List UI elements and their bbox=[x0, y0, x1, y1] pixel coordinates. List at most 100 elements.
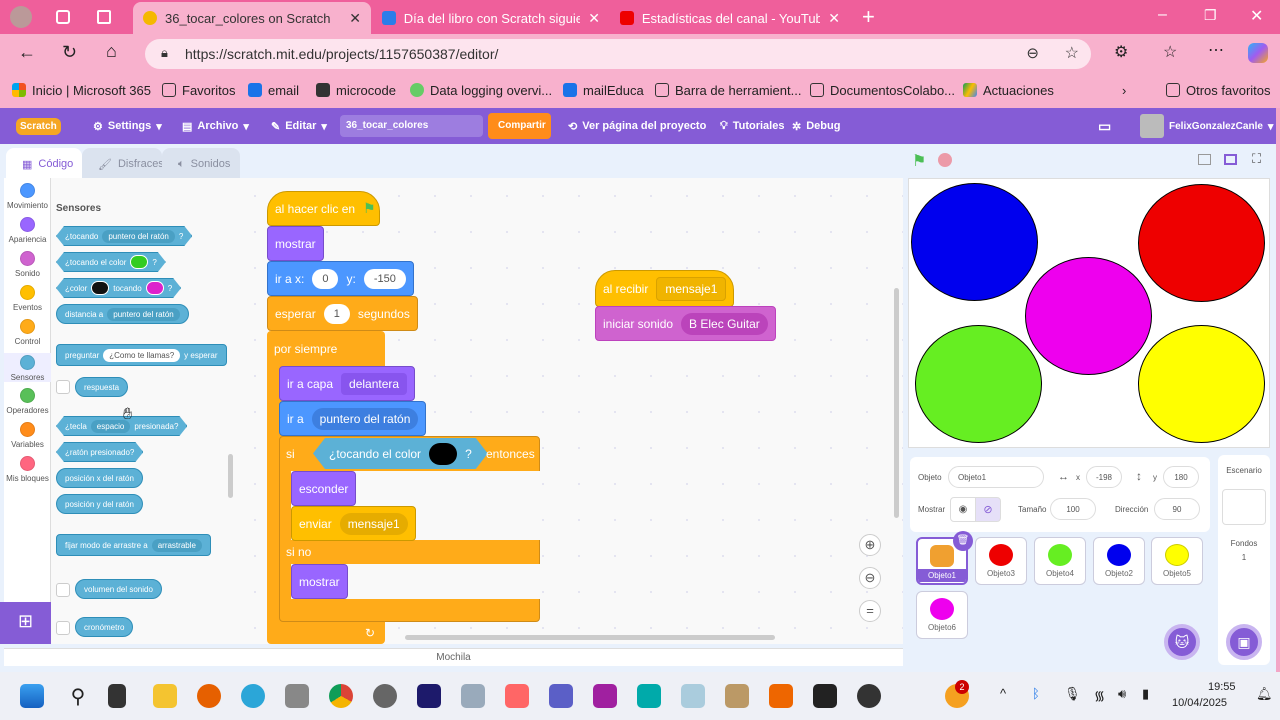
category-variables[interactable]: Variables bbox=[4, 422, 51, 449]
minimize-button[interactable]: – bbox=[1158, 6, 1167, 24]
my-stuff-folder-icon[interactable]: ▭ bbox=[1098, 108, 1111, 144]
edu-icon[interactable] bbox=[637, 684, 661, 708]
block-wait[interactable]: esperar 1 segundos bbox=[267, 296, 418, 331]
new-tab-button[interactable]: + bbox=[862, 4, 875, 30]
obs-icon[interactable] bbox=[857, 684, 881, 708]
tab-youtube[interactable]: Estadísticas del canal - YouTube S ✕ bbox=[610, 2, 850, 34]
answer-checkbox[interactable] bbox=[56, 380, 70, 394]
file-explorer-icon[interactable] bbox=[153, 684, 177, 708]
microphone-icon[interactable]: 🎙︎ bbox=[1064, 686, 1081, 702]
category-sensores[interactable]: Sensores bbox=[4, 353, 51, 382]
bookmark-maileduca[interactable]: mailEduca bbox=[563, 83, 644, 98]
more-bookmarks-chevron-icon[interactable]: › bbox=[1122, 83, 1126, 98]
tab-sounds[interactable]: 🔈︎ Sonidos bbox=[162, 148, 240, 180]
size-input[interactable]: 100 bbox=[1050, 498, 1096, 520]
tab-dia-libro[interactable]: Día del libro con Scratch siguiend ✕ bbox=[372, 2, 610, 34]
block-mouse-y[interactable]: posición y del ratón bbox=[56, 494, 143, 514]
bluetooth-icon[interactable]: ᛒ bbox=[1032, 686, 1040, 701]
block-when-flag-clicked[interactable]: al hacer clic en ⚑ bbox=[267, 191, 380, 226]
extensions-icon[interactable]: ⚙ bbox=[1114, 42, 1128, 62]
block-distance[interactable]: distancia a puntero del ratón bbox=[56, 304, 189, 324]
app-icon[interactable] bbox=[461, 684, 485, 708]
notifications-icon[interactable]: 🔔︎ bbox=[1256, 686, 1273, 702]
app-icon[interactable] bbox=[505, 684, 529, 708]
zoom-reset-button[interactable]: = bbox=[859, 600, 881, 622]
teams-icon[interactable] bbox=[549, 684, 573, 708]
zoom-in-button[interactable]: ⊕ bbox=[859, 534, 881, 556]
bookmark-barra[interactable]: Barra de herramient... bbox=[655, 83, 801, 98]
block-broadcast[interactable]: enviar mensaje1 bbox=[291, 506, 416, 541]
horizontal-scrollbar[interactable] bbox=[405, 635, 775, 640]
sprite-tile-objeto2[interactable]: Objeto2 bbox=[1093, 537, 1145, 585]
clock-date[interactable]: 10/04/2025 bbox=[1172, 697, 1227, 709]
zoom-icon[interactable]: ⊖ bbox=[1026, 44, 1039, 62]
close-tab-icon[interactable]: ✕ bbox=[588, 10, 600, 27]
bookmark-microcode[interactable]: microcode bbox=[316, 83, 396, 98]
tab-scratch[interactable]: 36_tocar_colores on Scratch ✕ bbox=[133, 2, 371, 34]
small-stage-button[interactable] bbox=[1198, 154, 1211, 165]
backpack-bar[interactable]: Mochila bbox=[4, 648, 903, 666]
sprite-tile-objeto4[interactable]: Objeto4 bbox=[1034, 537, 1086, 585]
edge-icon[interactable] bbox=[241, 684, 265, 708]
color-swatch[interactable] bbox=[429, 443, 457, 465]
block-mouse-x[interactable]: posición x del ratón bbox=[56, 468, 143, 488]
search-icon[interactable]: ⚲ bbox=[66, 684, 90, 708]
category-sonido[interactable]: Sonido bbox=[4, 251, 51, 278]
show-hidden-button[interactable]: ⊘ bbox=[975, 497, 1001, 522]
block-start-sound[interactable]: iniciar sonido B Elec Guitar bbox=[595, 306, 776, 341]
category-movimiento[interactable]: Movimiento bbox=[4, 183, 51, 210]
audition-icon[interactable] bbox=[417, 684, 441, 708]
large-stage-button[interactable] bbox=[1224, 154, 1237, 165]
x-input[interactable]: -198 bbox=[1086, 466, 1122, 488]
url-field[interactable]: 🔒︎ https://scratch.mit.edu/projects/1157… bbox=[145, 39, 1091, 69]
block-timer[interactable]: cronómetro bbox=[75, 617, 134, 637]
chrome-icon[interactable] bbox=[329, 684, 353, 708]
green-flag-button[interactable]: ⚑ bbox=[912, 151, 926, 171]
stop-button[interactable] bbox=[938, 153, 952, 167]
start-icon[interactable] bbox=[20, 684, 44, 708]
loudness-checkbox[interactable] bbox=[56, 583, 70, 597]
bookmark-favoritos[interactable]: Favoritos bbox=[162, 83, 235, 98]
zoom-out-button[interactable]: ⊖ bbox=[859, 567, 881, 589]
add-extension-button[interactable]: ⊞ bbox=[0, 602, 51, 644]
block-show[interactable]: mostrar bbox=[291, 564, 348, 599]
wifi-icon[interactable]: ᯾ bbox=[1094, 686, 1105, 704]
block-when-i-receive[interactable]: al recibir mensaje1 bbox=[595, 270, 735, 307]
block-go-to[interactable]: ir a puntero del ratón bbox=[279, 401, 427, 436]
sprite-tile-objeto3[interactable]: Objeto3 bbox=[975, 537, 1027, 585]
bookmark-data-logging[interactable]: Data logging overvi... bbox=[410, 83, 552, 98]
battery-icon[interactable]: ▮ bbox=[1142, 686, 1149, 702]
block-answer[interactable]: respuesta bbox=[75, 377, 129, 397]
restore-button[interactable]: ❐ bbox=[1204, 7, 1217, 24]
category-eventos[interactable]: Eventos bbox=[4, 285, 51, 312]
choose-backdrop-button[interactable]: ▣ bbox=[1226, 624, 1262, 660]
tab-costumes[interactable]: 🖌︎ Disfraces bbox=[82, 148, 164, 180]
block-loudness[interactable]: volumen del sonido bbox=[75, 579, 162, 599]
app-icon[interactable] bbox=[593, 684, 617, 708]
tab-code[interactable]: ▦ Código bbox=[6, 148, 82, 180]
gimp-icon[interactable] bbox=[285, 684, 309, 708]
app-icon[interactable] bbox=[725, 684, 749, 708]
share-button[interactable]: Compartir bbox=[488, 113, 551, 139]
block-goto-xy[interactable]: ir a x: 0 y: -150 bbox=[267, 261, 414, 296]
close-tab-icon[interactable]: ✕ bbox=[349, 10, 361, 27]
block-drag-mode[interactable]: fijar modo de arrastre a arrastrable bbox=[56, 534, 211, 556]
back-icon[interactable]: ← bbox=[18, 42, 36, 63]
category-control[interactable]: Control bbox=[4, 319, 51, 346]
delete-sprite-button[interactable]: 🗑︎ bbox=[953, 531, 973, 551]
home-icon[interactable]: ⌂ bbox=[106, 41, 117, 62]
block-hide[interactable]: esconder bbox=[291, 471, 357, 506]
sprite-tile-objeto6[interactable]: Objeto6 bbox=[916, 591, 968, 639]
refresh-icon[interactable]: ↻ bbox=[62, 42, 77, 63]
project-page-button[interactable]: ⟲ Ver página del proyecto bbox=[568, 108, 706, 144]
close-window-button[interactable]: ✕ bbox=[1250, 6, 1263, 26]
profile-avatar[interactable] bbox=[10, 6, 32, 28]
vertical-scrollbar[interactable] bbox=[894, 288, 899, 518]
timer-checkbox[interactable] bbox=[56, 621, 70, 635]
favorites-icon[interactable]: ☆ bbox=[1163, 42, 1177, 62]
volume-icon[interactable]: 🔊︎ bbox=[1118, 686, 1126, 702]
bookmark-email[interactable]: email bbox=[248, 83, 299, 98]
clock-time[interactable]: 19:55 bbox=[1208, 681, 1236, 693]
block-show[interactable]: mostrar bbox=[267, 226, 324, 261]
block-ask[interactable]: preguntar ¿Como te llamas? y esperar bbox=[56, 344, 227, 366]
